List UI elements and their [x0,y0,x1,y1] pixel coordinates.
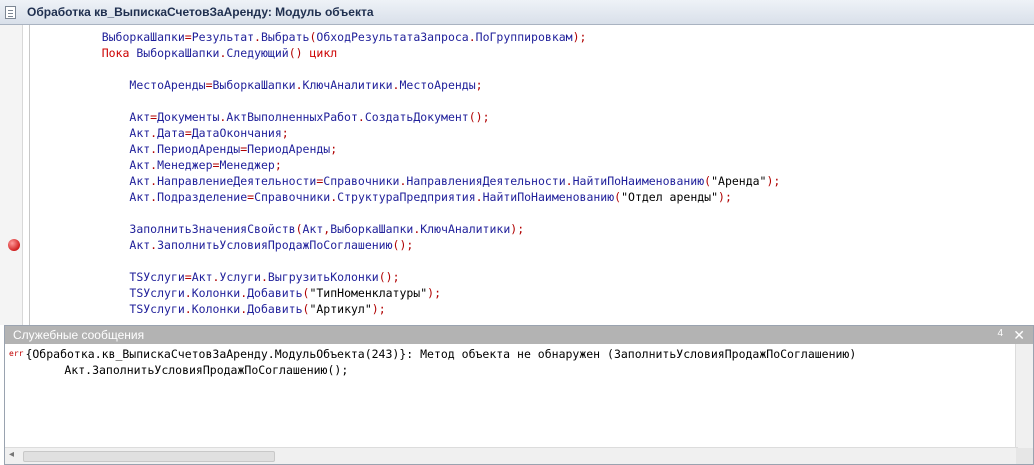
code-line[interactable]: TSУслуги.Колонки.Добавить("ТипНоменклату… [74,285,780,301]
message-text: {Обработка.кв_ВыпискаСчетовЗаАренду.Моду… [25,347,857,361]
code-line[interactable]: ВыборкаШапки=Результат.Выбрать(ОбходРезу… [74,29,780,45]
code-line[interactable]: МестоАренды=ВыборкаШапки.КлючАналитики.М… [74,77,780,93]
code-line[interactable]: Акт.НаправлениеДеятельности=Справочники.… [74,173,780,189]
code-editor[interactable]: ВыборкаШапки=Результат.Выбрать(ОбходРезу… [0,25,1034,325]
code-area[interactable]: ВыборкаШапки=Результат.Выбрать(ОбходРезу… [74,29,781,317]
scroll-left-icon[interactable]: ◂ [9,449,14,460]
breakpoint-icon[interactable] [8,239,20,251]
code-line[interactable]: Акт.ПериодАренды=ПериодАренды; [74,141,780,157]
code-line[interactable]: ЗаполнитьЗначенияСвойств(Акт,ВыборкаШапк… [74,221,780,237]
document-icon [5,6,16,19]
code-line[interactable]: TSУслуги.Колонки.Добавить("Артикул"); [74,301,780,317]
code-line[interactable] [74,93,780,109]
code-line[interactable] [74,61,780,77]
code-line[interactable]: Акт.Подразделение=Справочники.СтруктураП… [74,189,780,205]
code-line[interactable]: Акт=Документы.АктВыполненныхРабот.Создат… [74,109,780,125]
scrollbar-corner [1016,448,1033,464]
horizontal-scrollbar[interactable]: ◂ [5,447,1018,464]
message-line[interactable]: Акт.ЗаполнитьУсловияПродажПоСоглашению()… [9,362,348,378]
code-line[interactable]: Акт.Дата=ДатаОкончания; [74,125,780,141]
fold-guide-line [29,25,30,325]
window-title: Обработка кв_ВыпискаСчетовЗаАренду: Моду… [27,5,374,19]
code-line[interactable]: TSУслуги=Акт.Услуги.ВыгрузитьКолонки(); [74,269,780,285]
pin-icon[interactable]: 4 [997,328,1003,339]
panel-header: Служебные сообщения 4 ✕ [5,326,1033,344]
code-line[interactable]: Акт.Менеджер=Менеджер; [74,157,780,173]
code-line[interactable] [74,205,780,221]
editor-gutter[interactable] [0,25,23,325]
messages-list[interactable]: err {Обработка.кв_ВыпискаСчетовЗаАренду.М… [5,344,1018,441]
error-icon: err [9,349,24,358]
service-messages-panel: Служебные сообщения 4 ✕ err {Обработка.кв… [4,325,1034,465]
message-line[interactable]: err {Обработка.кв_ВыпискаСчетовЗаАренду.М… [9,346,856,362]
message-text: Акт.ЗаполнитьУсловияПродажПоСоглашению()… [9,363,349,377]
window-title-bar: Обработка кв_ВыпискаСчетовЗаАренду: Моду… [0,0,1034,25]
scrollbar-thumb[interactable] [23,451,275,462]
panel-title: Служебные сообщения [13,328,145,342]
close-icon[interactable]: ✕ [1013,326,1025,344]
code-line[interactable]: Акт.ЗаполнитьУсловияПродажПоСоглашению()… [74,237,780,253]
vertical-scrollbar[interactable] [1015,344,1033,449]
code-line[interactable] [74,253,780,269]
code-line[interactable]: Пока ВыборкаШапки.Следующий() цикл [74,45,780,61]
